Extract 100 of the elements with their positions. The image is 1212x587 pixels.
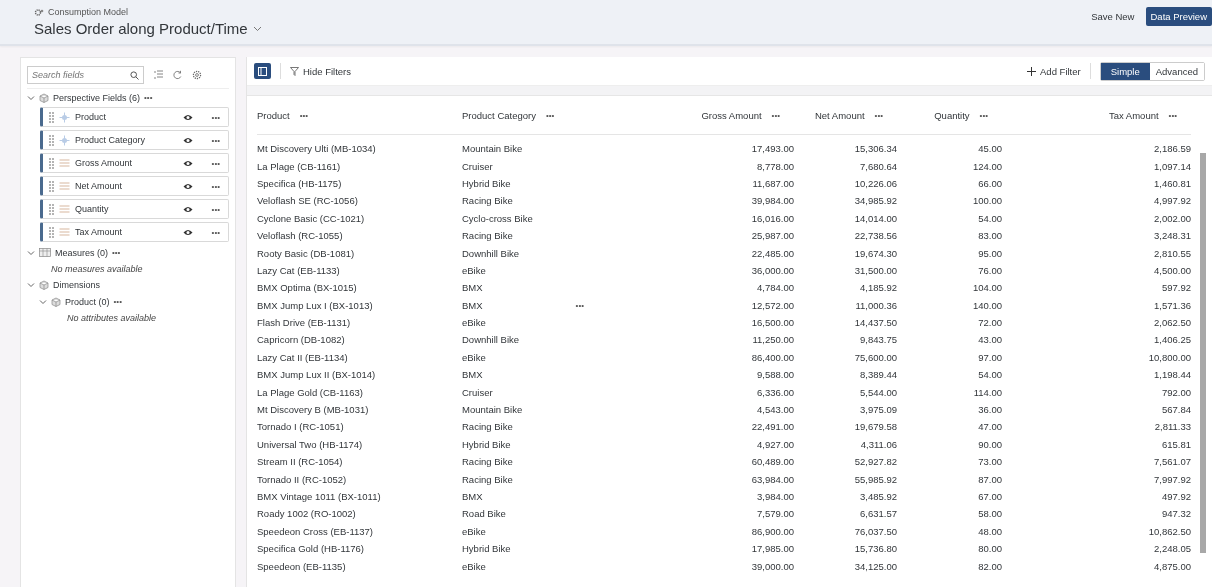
column-header[interactable]: Product [257, 109, 290, 121]
table-cell: 1,406.25 [1154, 334, 1191, 346]
measure-icon [59, 158, 70, 168]
column-menu[interactable]: ••• [771, 110, 780, 120]
tree-node[interactable]: Dimensions [53, 279, 101, 290]
column-header[interactable]: Quantity [934, 109, 970, 121]
column-menu[interactable]: ••• [299, 110, 309, 120]
table-cell: 16,016.00 [751, 212, 794, 224]
table-cell: 11,687.00 [752, 177, 794, 189]
table-cell: BMX Vintage 1011 (BX-1011) [257, 491, 381, 502]
table-cell: 4,500.00 [1154, 264, 1191, 276]
eye-icon[interactable] [182, 182, 193, 190]
plus-icon [1027, 66, 1037, 76]
cube-icon [51, 296, 61, 307]
table-cell: 80.00 [978, 543, 1002, 555]
table-cell: La Plage (CB-1161) [257, 160, 341, 172]
table-cell: Mountain Bike [462, 404, 523, 416]
table-cell: 22,485.00 [751, 247, 794, 259]
table-cell: Mt Discovery B (MB-1031) [257, 404, 369, 416]
table-cell: 1,460.81 [1154, 177, 1191, 189]
eye-icon[interactable] [182, 113, 193, 121]
measure-icon [59, 181, 70, 191]
chevron-icon[interactable] [27, 280, 35, 289]
table-cell: 52,927.82 [854, 456, 897, 468]
table-cell: 4,784.00 [757, 282, 794, 294]
table-cell: 55,985.92 [854, 473, 897, 485]
settings-icon[interactable] [192, 70, 202, 80]
eye-icon[interactable] [182, 159, 193, 167]
table-cell: 75,600.00 [854, 351, 897, 363]
eye-icon[interactable] [182, 205, 193, 213]
chevron-icon[interactable] [27, 93, 35, 102]
row-menu[interactable]: ••• [575, 300, 584, 310]
table-cell: Speedeon (EB-1135) [257, 560, 346, 572]
chevron-icon[interactable] [39, 297, 47, 306]
drag-handle-icon[interactable] [49, 134, 54, 146]
field-item[interactable]: Product Category ••• [40, 130, 229, 150]
preview-button[interactable]: Data Preview [1145, 7, 1212, 26]
search-icon[interactable] [130, 70, 139, 80]
column-menu[interactable]: ••• [545, 110, 555, 120]
table-cell: 3,485.92 [860, 491, 897, 502]
panel-toggle-button[interactable] [254, 63, 271, 79]
table-cell: 2,002.00 [1154, 212, 1191, 224]
table-cell: Roady 1002 (RO-1002) [257, 508, 356, 520]
table-cell: 76.00 [978, 264, 1002, 276]
table-cell: 36.00 [978, 404, 1002, 416]
table-cell: Racing Bike [462, 195, 513, 207]
column-header[interactable]: Gross Amount [701, 109, 762, 121]
field-item[interactable]: Net Amount ••• [40, 176, 229, 196]
tree-node[interactable]: Perspective Fields (6) [53, 92, 141, 103]
table-cell: 14,014.00 [854, 212, 897, 224]
table-cell: 10,226.06 [854, 177, 897, 189]
tree-node[interactable]: Measures (0) [55, 247, 108, 258]
cube-icon [39, 92, 49, 103]
table-cell: 124.00 [972, 160, 1002, 172]
table-cell: Specifica (HB-1175) [257, 177, 342, 189]
field-item[interactable]: Tax Amount ••• [40, 222, 229, 242]
table-cell: eBike [462, 560, 486, 572]
table-cell: Cruiser [462, 160, 493, 172]
drag-handle-icon[interactable] [49, 226, 54, 238]
mode-tab[interactable]: Simple [1100, 62, 1150, 80]
more-menu[interactable]: ••• [113, 297, 122, 306]
drag-handle-icon[interactable] [49, 111, 54, 123]
eye-icon[interactable] [182, 228, 193, 236]
hide-filters-button[interactable]: Hide Filters [290, 65, 352, 77]
table-cell: 43.00 [978, 334, 1002, 346]
field-item[interactable]: Product ••• [40, 107, 229, 127]
eye-icon[interactable] [182, 136, 193, 144]
drag-handle-icon[interactable] [49, 203, 54, 215]
field-item[interactable]: Quantity ••• [40, 199, 229, 219]
table-cell: 17,985.00 [751, 543, 794, 555]
table-cell: 1,097.14 [1154, 160, 1191, 172]
table-cell: 14,437.50 [854, 317, 897, 329]
sort-icon[interactable] [154, 70, 163, 80]
tree-node[interactable]: Product (0) [65, 296, 110, 307]
field-item[interactable]: Gross Amount ••• [40, 153, 229, 173]
column-menu[interactable]: ••• [874, 110, 883, 120]
model-type: Consumption Model [48, 7, 129, 17]
table-cell: 3,248.31 [1154, 230, 1191, 242]
table-cell: 95.00 [978, 247, 1002, 259]
table-cell: 11,000.36 [855, 299, 897, 311]
column-menu[interactable]: ••• [1168, 110, 1177, 120]
add-filter-button[interactable]: Add Filter [1027, 65, 1081, 77]
table-icon [39, 248, 51, 257]
more-menu[interactable]: ••• [144, 93, 153, 102]
table-cell: Lazy Cat II (EB-1134) [257, 351, 348, 363]
column-header[interactable]: Product Category [462, 109, 536, 121]
chevron-down-icon[interactable] [252, 25, 262, 32]
refresh-icon[interactable] [173, 70, 182, 80]
save-button[interactable]: Save New [1086, 7, 1140, 26]
drag-handle-icon[interactable] [49, 180, 54, 192]
column-header[interactable]: Net Amount [814, 109, 865, 121]
chevron-icon[interactable] [27, 248, 35, 257]
table-cell: 54.00 [978, 212, 1002, 224]
search-field[interactable]: Search fields [27, 66, 144, 84]
more-menu[interactable]: ••• [112, 248, 121, 257]
column-menu[interactable]: ••• [979, 110, 988, 120]
table-cell: 7,997.92 [1154, 473, 1191, 485]
column-header[interactable]: Tax Amount [1108, 109, 1159, 121]
drag-handle-icon[interactable] [49, 157, 54, 169]
table-cell: 100.00 [972, 195, 1002, 207]
